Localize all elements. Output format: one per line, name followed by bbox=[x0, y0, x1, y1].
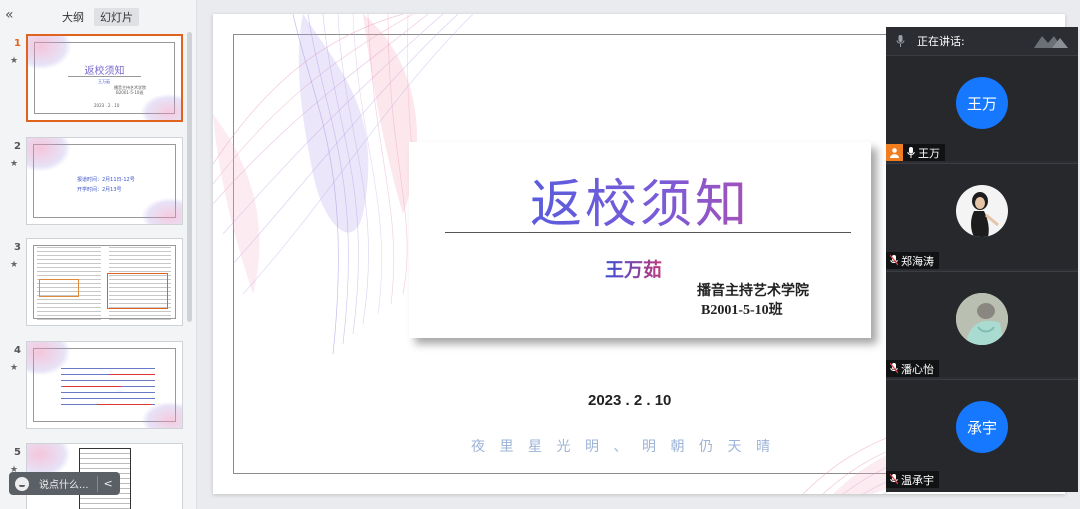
avatar: 承宇 bbox=[956, 401, 1008, 453]
thumbnail-number: 5 bbox=[14, 447, 21, 458]
thumbnail-row-4[interactable]: 4 ★ bbox=[0, 341, 186, 433]
tab-slides[interactable]: 幻灯片 bbox=[94, 8, 139, 26]
participant-name: 王万 bbox=[918, 146, 940, 160]
tab-outline[interactable]: 大纲 bbox=[56, 8, 90, 26]
microphone-icon bbox=[907, 147, 915, 158]
ribbon-decoration bbox=[141, 94, 181, 120]
title-card: 返校须知 王万茹 播音主持艺术学院 B2001-5-10班 bbox=[409, 142, 871, 338]
participant-name-tag: 温承宇 bbox=[886, 471, 939, 488]
participant-name-tag: 王万 bbox=[886, 144, 945, 161]
thumbnail-date: 2023 . 2 . 10 bbox=[94, 103, 120, 108]
participant-tile-4[interactable]: 承宇 温承宇 bbox=[886, 379, 1078, 492]
speaking-header: 正在讲话: bbox=[886, 27, 1078, 54]
ribbon-decoration bbox=[27, 138, 71, 172]
thumbnail-number: 1 bbox=[14, 38, 21, 49]
microphone-icon bbox=[896, 34, 905, 47]
thumbnail-author: 王万茹 bbox=[98, 79, 110, 84]
thumbnail-scrollbar[interactable] bbox=[187, 32, 192, 322]
thumbnail-number: 3 bbox=[14, 242, 21, 253]
thumbnail-class: B2001-5-10班 bbox=[116, 90, 144, 95]
participant-name-tag: 潘心怡 bbox=[886, 360, 939, 377]
slide-author: 王万茹 bbox=[605, 255, 662, 282]
chevron-left-icon[interactable]: < bbox=[104, 477, 113, 490]
microphone-muted-icon bbox=[890, 474, 898, 485]
participant-name: 温承宇 bbox=[901, 473, 934, 487]
speaking-label: 正在讲话: bbox=[917, 34, 965, 48]
chat-divider bbox=[96, 475, 98, 492]
thumbnail-row-2[interactable]: 2 ★ 报道时间：2月11日-12号 开学时间：2月13号 bbox=[0, 137, 186, 229]
app-logo-icon bbox=[1034, 36, 1068, 48]
thumbnail-rule bbox=[68, 76, 141, 77]
view-tabs: 大纲 幻灯片 bbox=[56, 8, 139, 26]
chat-input-pill[interactable]: 说点什么... < bbox=[9, 472, 120, 495]
thumbnail-text-line: 开学时间：2月13号 bbox=[77, 187, 122, 193]
thumbnail-row-1[interactable]: 1 ★ 返校须知 王万茹 播音主持艺术学院 B2001-5-10班 2023 .… bbox=[0, 34, 186, 126]
thumbnail-title: 返校须知 bbox=[84, 66, 125, 77]
title-divider bbox=[445, 232, 851, 233]
participant-tile-1[interactable]: 王万 王万 bbox=[886, 55, 1078, 161]
slide-thumbnail-panel: « 大纲 幻灯片 1 ★ 返校须知 王万茹 播音主持艺术学院 B2001-5-1… bbox=[0, 0, 197, 509]
participant-name: 郑海涛 bbox=[901, 254, 934, 268]
participant-name: 潘心怡 bbox=[901, 362, 934, 376]
app-window: « 大纲 幻灯片 1 ★ 返校须知 王万茹 播音主持艺术学院 B2001-5-1… bbox=[0, 0, 1080, 509]
microphone-muted-icon bbox=[890, 255, 898, 266]
thumbnail-number: 4 bbox=[14, 345, 21, 356]
chat-placeholder[interactable]: 说点什么... bbox=[39, 476, 89, 491]
thumbnail-underline bbox=[97, 404, 151, 405]
thumbnail-slide-1[interactable]: 返校须知 王万茹 播音主持艺术学院 B2001-5-10班 2023 . 2 .… bbox=[26, 34, 183, 122]
star-icon: ★ bbox=[10, 260, 19, 270]
thumbnail-text-line: 报道时间：2月11日-12号 bbox=[77, 177, 135, 183]
participant-tile-3[interactable]: 潘心怡 bbox=[886, 271, 1078, 377]
slide-date: 2023 . 2 . 10 bbox=[588, 392, 672, 409]
avatar bbox=[956, 185, 1008, 237]
thumbnail-slide-4[interactable] bbox=[26, 341, 183, 429]
avatar bbox=[956, 293, 1008, 345]
slide-class: B2001-5-10班 bbox=[701, 303, 783, 318]
participant-name-tag: 郑海涛 bbox=[886, 252, 939, 269]
star-icon: ★ bbox=[10, 56, 19, 66]
thumbnail-underline bbox=[109, 374, 155, 375]
thumbnail-slide-3[interactable] bbox=[26, 238, 183, 326]
avatar: 王万 bbox=[956, 77, 1008, 129]
slide-poem: 夜里星光明、明朝仍天晴 bbox=[471, 439, 785, 455]
star-icon: ★ bbox=[10, 159, 19, 169]
thumbnail-number: 2 bbox=[14, 141, 21, 152]
slide-school: 播音主持艺术学院 bbox=[697, 284, 809, 299]
thumbnail-highlight-box bbox=[107, 273, 168, 309]
star-icon: ★ bbox=[10, 363, 19, 373]
video-participant-panel: 正在讲话: 王万 王万 郑海涛 潘心怡 承宇 温承宇 bbox=[886, 27, 1078, 492]
ribbon-decoration bbox=[142, 198, 182, 224]
participant-tile-2[interactable]: 郑海涛 bbox=[886, 163, 1078, 269]
thumbnail-underline bbox=[63, 386, 121, 387]
thumbnail-row-3[interactable]: 3 ★ bbox=[0, 238, 186, 330]
thumbnail-slide-2[interactable]: 报道时间：2月11日-12号 开学时间：2月13号 bbox=[26, 137, 183, 225]
host-person-icon bbox=[886, 144, 903, 161]
slide-title: 返校须知 bbox=[409, 162, 871, 237]
collapse-panel-icon[interactable]: « bbox=[5, 7, 14, 23]
microphone-muted-icon bbox=[890, 363, 898, 374]
chat-emoji-icon[interactable] bbox=[15, 476, 29, 491]
thumbnail-highlight-box bbox=[39, 279, 79, 297]
